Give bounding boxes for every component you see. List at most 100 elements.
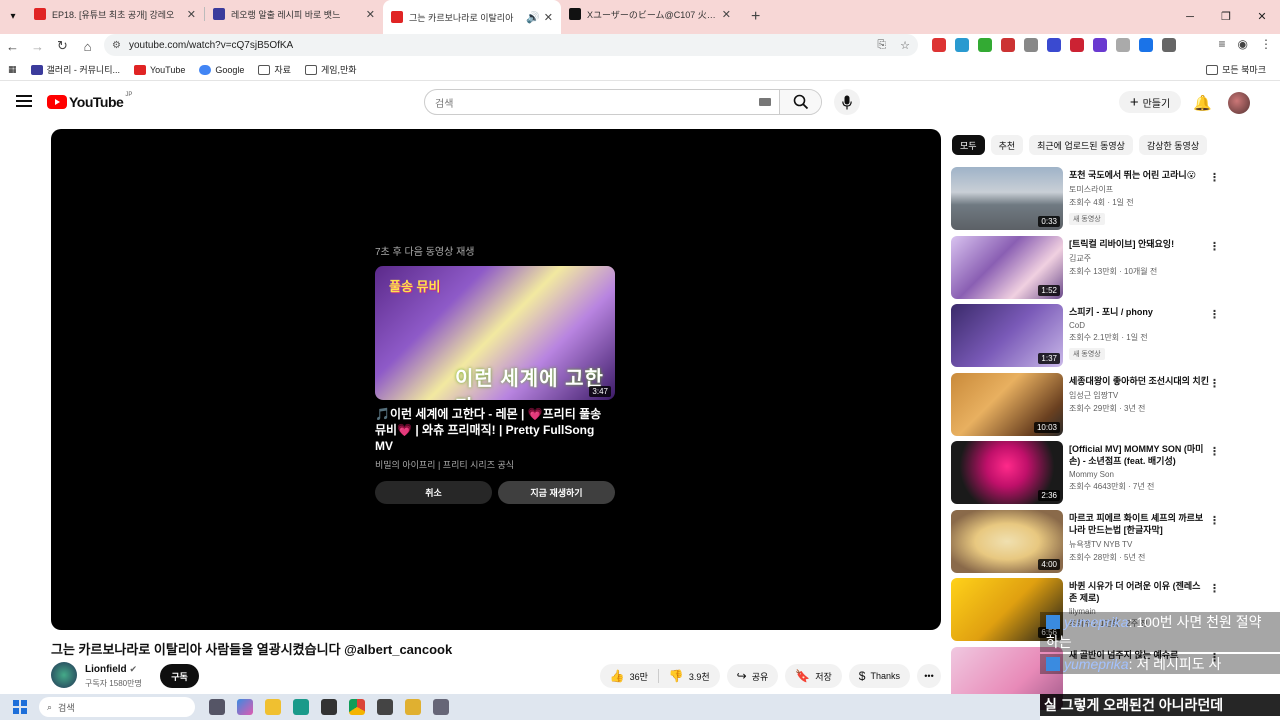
rec-item[interactable]: 0:33 포천 국도에서 뛰는 어린 고라니😮 토미스라이프 조회수 4회 · … bbox=[951, 167, 1221, 236]
tab-2-active[interactable]: 그는 카르보나라로 이탈리아 🔊 ✕ bbox=[383, 0, 561, 34]
edge-icon[interactable] bbox=[293, 699, 309, 715]
rec-channel[interactable]: 임성근 임짱TV bbox=[1069, 390, 1209, 401]
rec-thumbnail[interactable]: 10:03 bbox=[951, 372, 1063, 436]
more-actions-button[interactable]: ••• bbox=[917, 664, 941, 688]
extension-icon[interactable] bbox=[1001, 38, 1015, 52]
next-video-title[interactable]: 🎵이런 세계에 고한다 - 레몬 | 💗프리티 풀송 뮤비💗 | 와츄 프리매직… bbox=[375, 406, 615, 454]
search-button[interactable] bbox=[779, 90, 821, 114]
rec-title[interactable]: [트릭컬 리바이브] 안돼요잉! bbox=[1069, 238, 1209, 250]
rec-channel[interactable]: 뉴욕쟁TV NYB TV bbox=[1069, 539, 1209, 550]
tab-0[interactable]: EP18. [유튜브 최초 공개] 강레오 ✕ bbox=[26, 0, 204, 28]
more-vertical-icon[interactable]: ⋮ bbox=[1209, 445, 1220, 458]
bookmark-gallery[interactable]: 갤러리 - 커뮤니티... bbox=[30, 63, 120, 76]
more-vertical-icon[interactable]: ⋮ bbox=[1209, 171, 1220, 184]
rec-item[interactable]: 1:37 스피키 - 포니 / phony CoD 조회수 2.1만회 · 1일… bbox=[951, 304, 1221, 373]
save-button[interactable]: 🔖 저장 bbox=[785, 664, 842, 688]
rec-title[interactable]: 스피키 - 포니 / phony bbox=[1069, 306, 1209, 318]
restore-icon[interactable]: ❐ bbox=[1208, 0, 1244, 34]
bookmark-star-icon[interactable]: ☆ bbox=[900, 39, 910, 52]
rec-thumbnail[interactable]: 4:00 bbox=[951, 509, 1063, 573]
rec-thumbnail[interactable]: 1:52 bbox=[951, 235, 1063, 299]
hamburger-menu-icon[interactable] bbox=[16, 95, 32, 107]
rec-item[interactable]: 4:00 마르코 피에르 화이트 셰프의 까르보나라 만드는법 [한글자막] 뉴… bbox=[951, 509, 1221, 579]
bookmark-folder-resources[interactable]: 자료 bbox=[258, 63, 291, 76]
reading-list-icon[interactable]: ≡ bbox=[1219, 37, 1226, 51]
more-vertical-icon[interactable]: ⋮ bbox=[1209, 582, 1220, 595]
extension-icon[interactable] bbox=[1024, 38, 1038, 52]
rec-item[interactable]: 10:03 세종대왕이 좋아하던 조선시대의 치킨 임성근 임짱TV 조회수 2… bbox=[951, 372, 1221, 442]
notifications-bell-icon[interactable]: 🔔 bbox=[1193, 94, 1212, 112]
minimize-icon[interactable]: ─ bbox=[1172, 0, 1208, 34]
extension-icon[interactable] bbox=[1093, 38, 1107, 52]
home-icon[interactable]: ⌂ bbox=[75, 39, 100, 54]
chrome-icon[interactable] bbox=[349, 699, 365, 715]
subscribe-button[interactable]: 구독 bbox=[160, 664, 199, 688]
rec-title[interactable]: 바퀸 시유가 더 어려운 이유 (젠레스 존 제로) bbox=[1069, 580, 1209, 604]
rec-title[interactable]: 마르코 피에르 화이트 셰프의 까르보나라 만드는법 [한글자막] bbox=[1069, 512, 1209, 536]
video-player[interactable]: 7초 후 다음 동영상 재생 풀송 뮤비 이런 세계에 고한다 3:47 🎵이런… bbox=[51, 129, 941, 630]
next-video-thumbnail[interactable]: 풀송 뮤비 이런 세계에 고한다 3:47 bbox=[375, 266, 615, 400]
site-info-icon[interactable]: ⚙ bbox=[112, 40, 121, 51]
tab-3[interactable]: Xユーザーのビーム@C107 火曜東 ✕ bbox=[561, 0, 739, 28]
rec-title[interactable]: [Official MV] MOMMY SON (마미손) - 소년점프 (fe… bbox=[1069, 443, 1209, 467]
channel-avatar[interactable] bbox=[51, 662, 77, 688]
tab-search-button[interactable]: ▾ bbox=[0, 2, 26, 30]
extension-icon[interactable] bbox=[1116, 38, 1130, 52]
chip-all[interactable]: 모두 bbox=[952, 135, 985, 155]
install-icon[interactable]: ⎘ bbox=[877, 39, 886, 52]
apps-grid-icon[interactable]: ▦ bbox=[8, 64, 17, 75]
next-video-channel[interactable]: 비밀의 아이프리 | 프리티 시리즈 공식 bbox=[375, 458, 615, 471]
chip-recommended[interactable]: 추천 bbox=[990, 135, 1024, 155]
bookmark-youtube[interactable]: YouTube bbox=[133, 64, 185, 75]
back-icon[interactable]: ← bbox=[0, 39, 25, 54]
new-tab-button[interactable]: + bbox=[751, 8, 760, 26]
voice-search-button[interactable] bbox=[834, 89, 860, 115]
close-tab-icon[interactable]: ✕ bbox=[722, 8, 731, 21]
app-icon[interactable] bbox=[321, 699, 337, 715]
extension-icon[interactable] bbox=[1047, 38, 1061, 52]
extension-icon[interactable] bbox=[978, 38, 992, 52]
rec-item[interactable]: 1:52 [트릭컬 리바이브] 안돼요잉! 김교주 조회수 13만회 · 10개… bbox=[951, 235, 1221, 305]
rec-channel[interactable]: 김교주 bbox=[1069, 253, 1209, 264]
chip-watched[interactable]: 감상한 동영상 bbox=[1138, 135, 1208, 155]
forward-icon[interactable]: → bbox=[25, 39, 50, 54]
tab-1[interactable]: 레오랭 알출 레시피 바로 뱃느 ✕ bbox=[205, 0, 383, 28]
app-icon[interactable] bbox=[377, 699, 393, 715]
more-vertical-icon[interactable]: ⋮ bbox=[1209, 240, 1220, 253]
rec-thumbnail[interactable]: 2:36 bbox=[951, 441, 1063, 504]
close-tab-icon[interactable]: ✕ bbox=[366, 8, 375, 21]
settings-gear-icon[interactable] bbox=[433, 699, 449, 715]
taskbar-search[interactable]: ⌕ 검색 bbox=[39, 697, 195, 717]
app-icon[interactable] bbox=[405, 699, 421, 715]
bookmark-google[interactable]: Google bbox=[199, 64, 244, 75]
thanks-button[interactable]: $ Thanks bbox=[848, 664, 910, 688]
rec-channel[interactable]: CoD bbox=[1069, 321, 1209, 330]
menu-dots-icon[interactable]: ⋮ bbox=[1260, 37, 1272, 51]
all-bookmarks[interactable]: 모든 북마크 bbox=[1206, 63, 1266, 76]
url-text[interactable]: youtube.com/watch?v=cQ7sjB5OfKA bbox=[129, 40, 293, 51]
cancel-autoplay-button[interactable]: 취소 bbox=[375, 481, 492, 504]
bookmark-folder-games[interactable]: 게임,만화 bbox=[304, 63, 357, 76]
file-explorer-icon[interactable] bbox=[265, 699, 281, 715]
close-window-icon[interactable]: ✕ bbox=[1244, 0, 1280, 34]
address-bar[interactable]: ⚙ youtube.com/watch?v=cQ7sjB5OfKA ⎘ ☆ bbox=[104, 34, 918, 56]
create-button[interactable]: + 만들기 bbox=[1119, 91, 1181, 113]
profile-icon[interactable]: ◉ bbox=[1238, 37, 1248, 51]
speaker-icon[interactable]: 🔊 bbox=[526, 11, 540, 24]
rec-channel[interactable]: 토미스라이프 bbox=[1069, 184, 1209, 195]
extension-icon[interactable] bbox=[1070, 38, 1084, 52]
search-input[interactable]: 검색 bbox=[425, 90, 779, 114]
keyboard-icon[interactable] bbox=[759, 98, 771, 106]
play-now-button[interactable]: 지금 재생하기 bbox=[498, 481, 615, 504]
more-vertical-icon[interactable]: ⋮ bbox=[1209, 514, 1220, 527]
extension-icon[interactable] bbox=[932, 38, 946, 52]
task-view-icon[interactable] bbox=[209, 699, 225, 715]
rec-item[interactable]: 2:36 [Official MV] MOMMY SON (마미손) - 소년점… bbox=[951, 441, 1221, 510]
channel-name[interactable]: Lionfield ✔ bbox=[85, 664, 137, 675]
rec-channel[interactable]: Mommy Son bbox=[1069, 470, 1209, 479]
copilot-icon[interactable] bbox=[237, 699, 253, 715]
puzzle-icon[interactable] bbox=[1162, 38, 1176, 52]
dislike-button[interactable]: 👎 3.9천 bbox=[659, 669, 720, 683]
share-button[interactable]: ↪ 공유 bbox=[726, 664, 779, 688]
rec-thumbnail[interactable]: 1:37 bbox=[951, 304, 1063, 367]
